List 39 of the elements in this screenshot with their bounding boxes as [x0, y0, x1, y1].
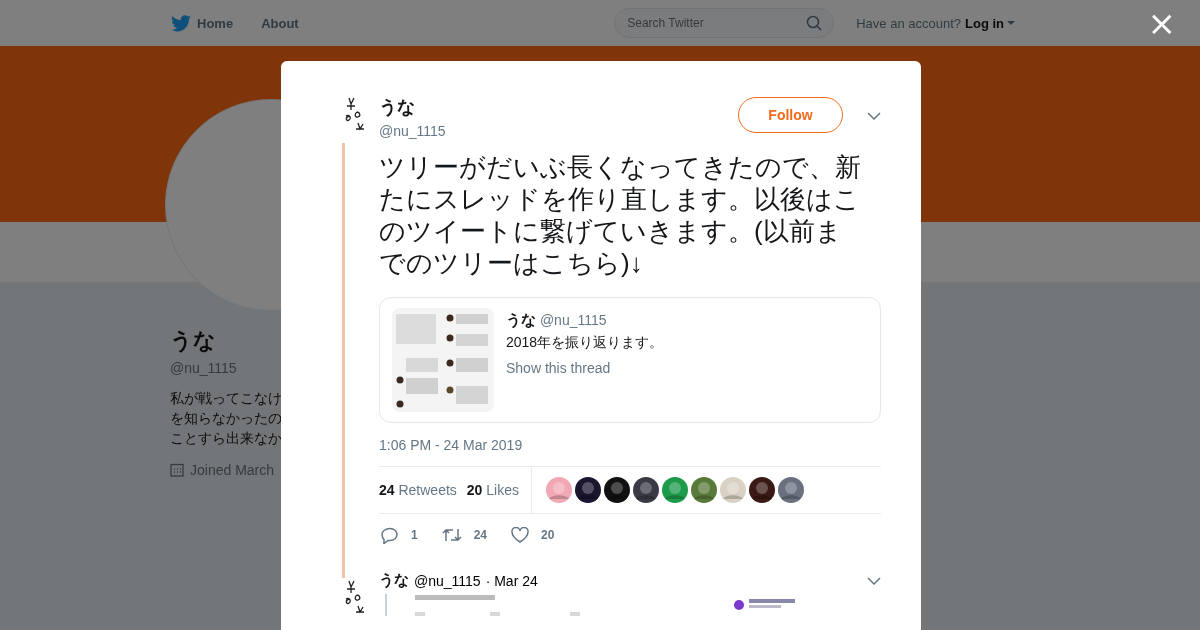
author-handle: @nu_1115	[379, 123, 447, 139]
profile-name: うな	[170, 327, 217, 355]
reply-author-name: うな	[379, 571, 409, 590]
heart-icon	[511, 527, 530, 543]
reply-author-handle: @nu_1115	[414, 572, 481, 589]
quote-text: 2018年を振り返ります。	[506, 334, 664, 352]
retweet-icon	[441, 527, 462, 543]
joined-date: Joined March	[190, 462, 275, 478]
bird-icon	[171, 14, 191, 32]
bio-line: ことすら出来なか	[170, 429, 282, 448]
search-field[interactable]: Search Twitter	[614, 8, 835, 38]
bio-line: 私が戦ってこなけ	[170, 389, 282, 408]
show-thread-link[interactable]: Show this thread	[506, 360, 664, 376]
reply-action[interactable]: 1	[381, 526, 418, 544]
close-button[interactable]: ×	[1143, 6, 1180, 40]
quote-card[interactable]: うな @nu_1115 2018年を振り返ります。 Show this thread	[379, 297, 881, 423]
bio-line: を知らなかったの	[170, 409, 282, 428]
login-link[interactable]: Log in	[965, 15, 1015, 31]
author-name: うな	[379, 96, 416, 119]
chevron-icon[interactable]	[867, 112, 881, 120]
follow-button[interactable]: Follow	[738, 97, 843, 133]
quote-author-handle: @nu_1115	[539, 312, 607, 328]
chevron-icon[interactable]	[867, 576, 881, 585]
speech-bubble-icon	[381, 526, 399, 544]
search-icon	[806, 15, 823, 31]
account-prompt: Have an account?	[856, 15, 961, 31]
tweet-text: ツリーがだいぶ長くなってきたので、新たにスレッドを作り直します。以後はこのツイートに繋げていきます。(以前までのツリーはこちら)↓	[379, 151, 861, 279]
nav-link[interactable]: About	[261, 14, 299, 32]
stat-link[interactable]: 20 Likes	[466, 482, 519, 498]
profile-handle: @nu_1115	[170, 360, 238, 376]
stat-link[interactable]: 24 Retweets	[379, 482, 457, 498]
retweet-action[interactable]: 24	[441, 527, 488, 543]
caret-icon	[1007, 21, 1015, 25]
reply-date: · Mar 24	[485, 572, 538, 589]
quote-author-name: うな	[506, 311, 536, 328]
nav-link[interactable]: Home	[171, 14, 234, 32]
tweet-timestamp: 1:06 PM - 24 Mar 2019	[379, 437, 524, 453]
calendar-icon	[170, 463, 184, 477]
like-action[interactable]: 20	[511, 527, 555, 543]
